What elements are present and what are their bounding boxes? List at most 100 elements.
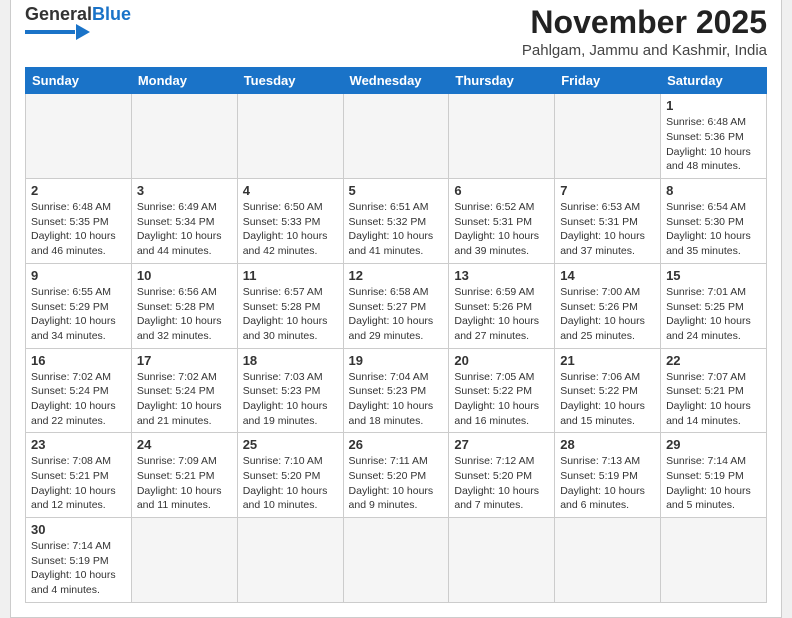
logo-blue-text: Blue (92, 5, 131, 23)
week-row: 9 Sunrise: 6:55 AM Sunset: 5:29 PM Daylig… (26, 263, 767, 348)
day-cell: 16 Sunrise: 7:02 AM Sunset: 5:24 PM Dayli… (26, 348, 132, 433)
day-cell: 15Sunrise: 7:01 AM Sunset: 5:25 PM Dayli… (661, 263, 767, 348)
day-number: 20 (454, 353, 549, 368)
header-day: Tuesday (237, 68, 343, 94)
day-number: 29 (666, 437, 761, 452)
day-cell (343, 518, 449, 603)
day-cell: 12 Sunrise: 6:58 AM Sunset: 5:27 PM Dayli… (343, 263, 449, 348)
day-info: Sunrise: 6:53 AM Sunset: 5:31 PM Dayligh… (560, 200, 655, 259)
logo-bar (25, 30, 75, 34)
day-cell: 22 Sunrise: 7:07 AM Sunset: 5:21 PM Dayli… (661, 348, 767, 433)
day-cell: 24Sunrise: 7:09 AM Sunset: 5:21 PM Dayli… (131, 433, 237, 518)
title-section: November 2025 Pahlgam, Jammu and Kashmir… (522, 5, 767, 59)
day-number: 28 (560, 437, 655, 452)
day-info: Sunrise: 7:10 AM Sunset: 5:20 PM Dayligh… (243, 454, 338, 513)
header-day: Wednesday (343, 68, 449, 94)
day-cell: 2Sunrise: 6:48 AM Sunset: 5:35 PM Daylig… (26, 179, 132, 264)
day-number: 15 (666, 268, 761, 283)
day-cell: 25 Sunrise: 7:10 AM Sunset: 5:20 PM Dayli… (237, 433, 343, 518)
header-day: Thursday (449, 68, 555, 94)
day-info: Sunrise: 7:12 AM Sunset: 5:20 PM Dayligh… (454, 454, 549, 513)
day-number: 13 (454, 268, 549, 283)
day-cell (26, 94, 132, 179)
day-info: Sunrise: 6:48 AM Sunset: 5:36 PM Dayligh… (666, 115, 761, 174)
day-info: Sunrise: 7:02 AM Sunset: 5:24 PM Dayligh… (31, 370, 126, 429)
day-info: Sunrise: 7:07 AM Sunset: 5:21 PM Dayligh… (666, 370, 761, 429)
day-number: 7 (560, 183, 655, 198)
header-day: Friday (555, 68, 661, 94)
day-info: Sunrise: 6:52 AM Sunset: 5:31 PM Dayligh… (454, 200, 549, 259)
header-row: SundayMondayTuesdayWednesdayThursdayFrid… (26, 68, 767, 94)
week-row: 2Sunrise: 6:48 AM Sunset: 5:35 PM Daylig… (26, 179, 767, 264)
day-cell: 19Sunrise: 7:04 AM Sunset: 5:23 PM Dayli… (343, 348, 449, 433)
day-number: 6 (454, 183, 549, 198)
day-cell: 18 Sunrise: 7:03 AM Sunset: 5:23 PM Dayli… (237, 348, 343, 433)
day-number: 18 (243, 353, 338, 368)
day-number: 9 (31, 268, 126, 283)
day-info: Sunrise: 7:09 AM Sunset: 5:21 PM Dayligh… (137, 454, 232, 513)
day-cell: 30Sunrise: 7:14 AM Sunset: 5:19 PM Dayli… (26, 518, 132, 603)
day-info: Sunrise: 7:03 AM Sunset: 5:23 PM Dayligh… (243, 370, 338, 429)
day-cell (131, 94, 237, 179)
day-info: Sunrise: 6:56 AM Sunset: 5:28 PM Dayligh… (137, 285, 232, 344)
day-cell (237, 94, 343, 179)
day-info: Sunrise: 6:58 AM Sunset: 5:27 PM Dayligh… (349, 285, 444, 344)
day-cell (661, 518, 767, 603)
day-number: 8 (666, 183, 761, 198)
day-cell: 17Sunrise: 7:02 AM Sunset: 5:24 PM Dayli… (131, 348, 237, 433)
day-info: Sunrise: 6:59 AM Sunset: 5:26 PM Dayligh… (454, 285, 549, 344)
day-cell (449, 94, 555, 179)
day-info: Sunrise: 6:50 AM Sunset: 5:33 PM Dayligh… (243, 200, 338, 259)
day-number: 30 (31, 522, 126, 537)
day-info: Sunrise: 7:14 AM Sunset: 5:19 PM Dayligh… (666, 454, 761, 513)
day-info: Sunrise: 7:06 AM Sunset: 5:22 PM Dayligh… (560, 370, 655, 429)
week-row: 23 Sunrise: 7:08 AM Sunset: 5:21 PM Dayli… (26, 433, 767, 518)
day-cell: 8Sunrise: 6:54 AM Sunset: 5:30 PM Daylig… (661, 179, 767, 264)
day-info: Sunrise: 6:55 AM Sunset: 5:29 PM Dayligh… (31, 285, 126, 344)
day-cell (343, 94, 449, 179)
day-cell (131, 518, 237, 603)
day-number: 16 (31, 353, 126, 368)
day-cell: 28 Sunrise: 7:13 AM Sunset: 5:19 PM Dayli… (555, 433, 661, 518)
day-info: Sunrise: 6:51 AM Sunset: 5:32 PM Dayligh… (349, 200, 444, 259)
day-info: Sunrise: 7:05 AM Sunset: 5:22 PM Dayligh… (454, 370, 549, 429)
day-cell: 20 Sunrise: 7:05 AM Sunset: 5:22 PM Dayli… (449, 348, 555, 433)
header-day: Sunday (26, 68, 132, 94)
day-cell: 11 Sunrise: 6:57 AM Sunset: 5:28 PM Dayli… (237, 263, 343, 348)
day-number: 5 (349, 183, 444, 198)
day-cell: 10 Sunrise: 6:56 AM Sunset: 5:28 PM Dayli… (131, 263, 237, 348)
day-number: 26 (349, 437, 444, 452)
day-number: 22 (666, 353, 761, 368)
day-info: Sunrise: 7:13 AM Sunset: 5:19 PM Dayligh… (560, 454, 655, 513)
day-cell: 14Sunrise: 7:00 AM Sunset: 5:26 PM Dayli… (555, 263, 661, 348)
day-info: Sunrise: 6:57 AM Sunset: 5:28 PM Dayligh… (243, 285, 338, 344)
day-number: 1 (666, 98, 761, 113)
day-info: Sunrise: 6:49 AM Sunset: 5:34 PM Dayligh… (137, 200, 232, 259)
day-cell: 9 Sunrise: 6:55 AM Sunset: 5:29 PM Daylig… (26, 263, 132, 348)
day-info: Sunrise: 7:00 AM Sunset: 5:26 PM Dayligh… (560, 285, 655, 344)
calendar-container: General Blue November 2025 Pahlgam, Jamm… (10, 0, 782, 618)
day-info: Sunrise: 7:11 AM Sunset: 5:20 PM Dayligh… (349, 454, 444, 513)
day-cell: 13 Sunrise: 6:59 AM Sunset: 5:26 PM Dayli… (449, 263, 555, 348)
day-number: 27 (454, 437, 549, 452)
day-info: Sunrise: 7:08 AM Sunset: 5:21 PM Dayligh… (31, 454, 126, 513)
header-day: Monday (131, 68, 237, 94)
day-cell: 26 Sunrise: 7:11 AM Sunset: 5:20 PM Dayli… (343, 433, 449, 518)
header-day: Saturday (661, 68, 767, 94)
day-cell: 6 Sunrise: 6:52 AM Sunset: 5:31 PM Daylig… (449, 179, 555, 264)
day-number: 11 (243, 268, 338, 283)
day-cell: 7 Sunrise: 6:53 AM Sunset: 5:31 PM Daylig… (555, 179, 661, 264)
day-number: 23 (31, 437, 126, 452)
day-number: 21 (560, 353, 655, 368)
day-number: 10 (137, 268, 232, 283)
day-cell: 29 Sunrise: 7:14 AM Sunset: 5:19 PM Dayli… (661, 433, 767, 518)
day-info: Sunrise: 6:48 AM Sunset: 5:35 PM Dayligh… (31, 200, 126, 259)
day-cell: 1 Sunrise: 6:48 AM Sunset: 5:36 PM Daylig… (661, 94, 767, 179)
day-number: 25 (243, 437, 338, 452)
day-cell (237, 518, 343, 603)
location: Pahlgam, Jammu and Kashmir, India (522, 42, 767, 59)
day-cell (555, 94, 661, 179)
day-cell: 27 Sunrise: 7:12 AM Sunset: 5:20 PM Dayli… (449, 433, 555, 518)
calendar-table: SundayMondayTuesdayWednesdayThursdayFrid… (25, 67, 767, 603)
day-number: 12 (349, 268, 444, 283)
